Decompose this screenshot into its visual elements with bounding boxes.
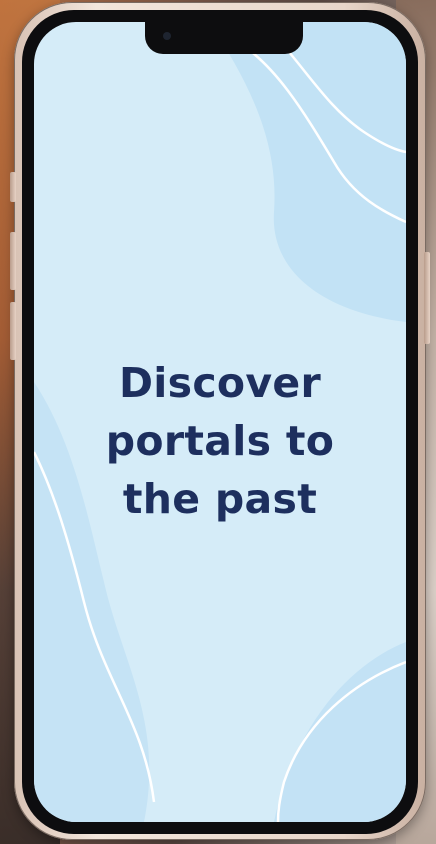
volume-up-button bbox=[10, 232, 16, 290]
wave-shape-top-right bbox=[209, 22, 406, 322]
headline-line-3: the past bbox=[122, 475, 318, 523]
phone-notch bbox=[145, 22, 303, 54]
headline-line-1: Discover bbox=[118, 359, 322, 407]
headline-line-2: portals to bbox=[105, 417, 335, 465]
app-screen[interactable]: Discover portals to the past bbox=[34, 22, 406, 822]
mute-switch bbox=[10, 172, 16, 202]
front-camera-icon bbox=[163, 32, 171, 40]
volume-down-button bbox=[10, 302, 16, 360]
headline-text: Discover portals to the past bbox=[34, 354, 406, 528]
power-button bbox=[424, 252, 430, 344]
wave-shape-bottom-right bbox=[274, 642, 406, 822]
